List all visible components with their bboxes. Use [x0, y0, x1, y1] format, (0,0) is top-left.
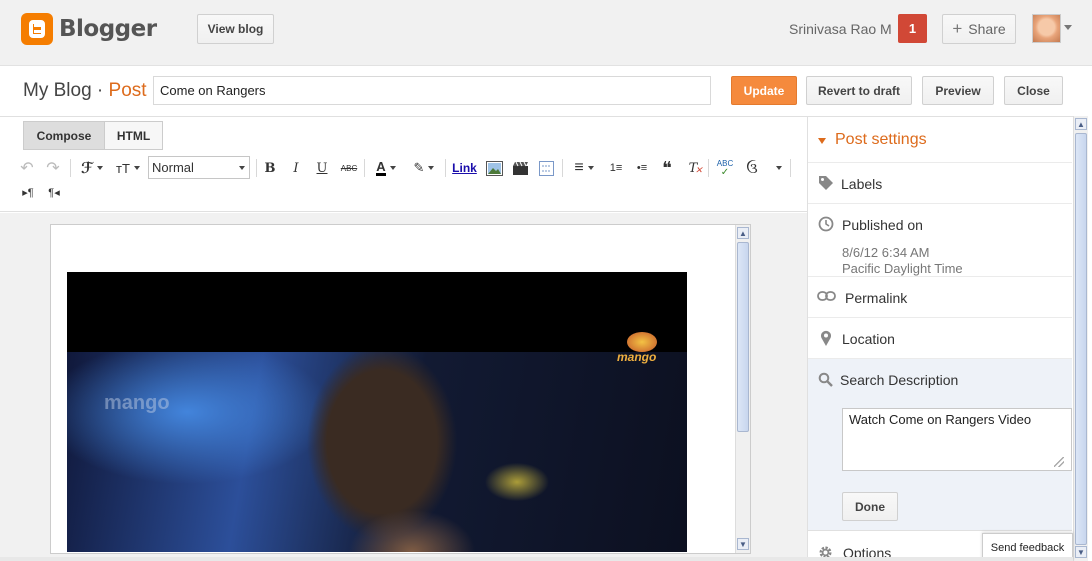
published-on-label[interactable]: Published on [842, 217, 923, 233]
search-description-label[interactable]: Search Description [840, 372, 958, 388]
share-label: Share [968, 21, 1006, 37]
italic-icon[interactable]: I [288, 158, 304, 178]
link-icon [817, 290, 836, 305]
image-scene [67, 352, 687, 552]
blog-name[interactable]: My Blog [23, 80, 92, 101]
ltr-icon[interactable]: ▸¶ [19, 182, 37, 202]
tab-html[interactable]: HTML [105, 121, 163, 150]
channel-logo: mango [615, 332, 669, 370]
scroll-down-icon[interactable]: ▼ [1075, 546, 1087, 558]
search-description-input[interactable]: Watch Come on Rangers Video [842, 408, 1072, 471]
strikethrough-icon[interactable]: ABC [339, 158, 359, 178]
text-size-icon: тT [116, 160, 130, 176]
avatar[interactable] [1032, 14, 1061, 43]
published-date: 8/6/12 6:34 AM [842, 245, 930, 260]
update-button[interactable]: Update [731, 76, 797, 105]
resize-handle-icon[interactable] [1054, 457, 1064, 467]
preview-button[interactable]: Preview [922, 76, 994, 105]
underline-icon[interactable]: U [314, 158, 330, 178]
highlight-icon: ✎ [413, 160, 425, 175]
scroll-up-icon[interactable]: ▲ [1075, 118, 1087, 130]
bold-icon[interactable]: B [262, 158, 278, 178]
post-settings-title[interactable]: Post settings [835, 131, 927, 149]
app-name: Blogger [59, 16, 157, 42]
permalink-label[interactable]: Permalink [845, 290, 907, 306]
post-image[interactable]: mango mango [67, 272, 687, 552]
page-bottom-edge [0, 557, 1073, 561]
blogger-logo[interactable]: Blogger [21, 13, 157, 45]
view-blog-button[interactable]: View blog [197, 14, 274, 44]
more-options-button[interactable] [769, 158, 785, 178]
close-button[interactable]: Close [1004, 76, 1063, 105]
align-button[interactable]: ≡ [569, 158, 599, 178]
clock-icon [818, 216, 834, 235]
paragraph-style-select[interactable]: Normal [148, 156, 250, 179]
top-bar: Blogger View blog Srinivasa Rao M 1 + Sh… [0, 0, 1092, 66]
align-left-icon: ≡ [574, 159, 584, 176]
highlight-button[interactable]: ✎ [408, 158, 440, 178]
font-size-button[interactable]: тT [112, 158, 144, 178]
text-color-icon: A [376, 159, 386, 176]
notification-badge[interactable]: 1 [898, 14, 927, 43]
scrollbar-thumb[interactable] [1075, 133, 1087, 545]
undo-icon[interactable]: ↶ [19, 158, 35, 178]
chevron-down-icon [239, 166, 245, 170]
share-button[interactable]: + Share [942, 14, 1016, 44]
tab-compose[interactable]: Compose [23, 121, 105, 150]
plus-icon: + [952, 19, 963, 38]
link-button[interactable]: Link [451, 158, 478, 178]
redo-icon[interactable]: ↷ [45, 158, 61, 178]
section-name: Post [108, 80, 147, 101]
sidebar-scrollbar[interactable]: ▲ ▼ [1073, 116, 1088, 561]
scroll-down-icon[interactable]: ▼ [737, 538, 749, 550]
channel-logo-text: mango [617, 350, 657, 364]
spellcheck-icon[interactable]: ABC ✓ [715, 158, 735, 178]
tag-icon [818, 175, 834, 194]
search-icon [818, 372, 833, 390]
scrollbar-thumb[interactable] [737, 242, 749, 432]
bullet-list-icon[interactable]: •≡ [632, 158, 652, 178]
done-button[interactable]: Done [842, 492, 898, 521]
chevron-down-icon[interactable] [818, 138, 826, 144]
text-color-button[interactable]: A [370, 158, 402, 178]
quote-icon[interactable]: ❝ [658, 158, 676, 178]
location-label[interactable]: Location [842, 331, 895, 347]
page-title: My Blog · Post [23, 80, 147, 102]
published-timezone: Pacific Daylight Time [842, 261, 963, 276]
video-icon[interactable] [511, 158, 529, 178]
post-title-input[interactable] [153, 76, 711, 105]
editor-scrollbar[interactable]: ▲ ▼ [735, 225, 750, 553]
blogger-icon [21, 13, 53, 45]
font-icon: ℱ [80, 160, 94, 177]
numbered-list-icon[interactable]: 1≡ [606, 158, 626, 178]
user-name[interactable]: Srinivasa Rao M [789, 21, 892, 37]
chevron-down-icon[interactable] [1064, 25, 1072, 30]
pin-icon [820, 330, 832, 350]
rtl-icon[interactable]: ¶◂ [45, 182, 63, 202]
scroll-up-icon[interactable]: ▲ [737, 227, 749, 239]
remove-formatting-icon[interactable]: T ✕ [684, 158, 703, 178]
chevron-down-icon [776, 166, 782, 170]
jump-break-icon[interactable] [537, 158, 555, 178]
image-icon[interactable] [485, 158, 503, 178]
image-watermark: mango [104, 392, 170, 414]
paragraph-style-value: Normal [152, 160, 194, 175]
labels-label[interactable]: Labels [841, 176, 882, 192]
font-family-button[interactable]: ℱ [77, 158, 107, 178]
title-separator: · [96, 80, 104, 101]
editor-mode-tabs: Compose HTML [23, 121, 163, 150]
revert-to-draft-button[interactable]: Revert to draft [806, 76, 912, 105]
input-tools-icon[interactable]: ઉ [743, 158, 761, 178]
